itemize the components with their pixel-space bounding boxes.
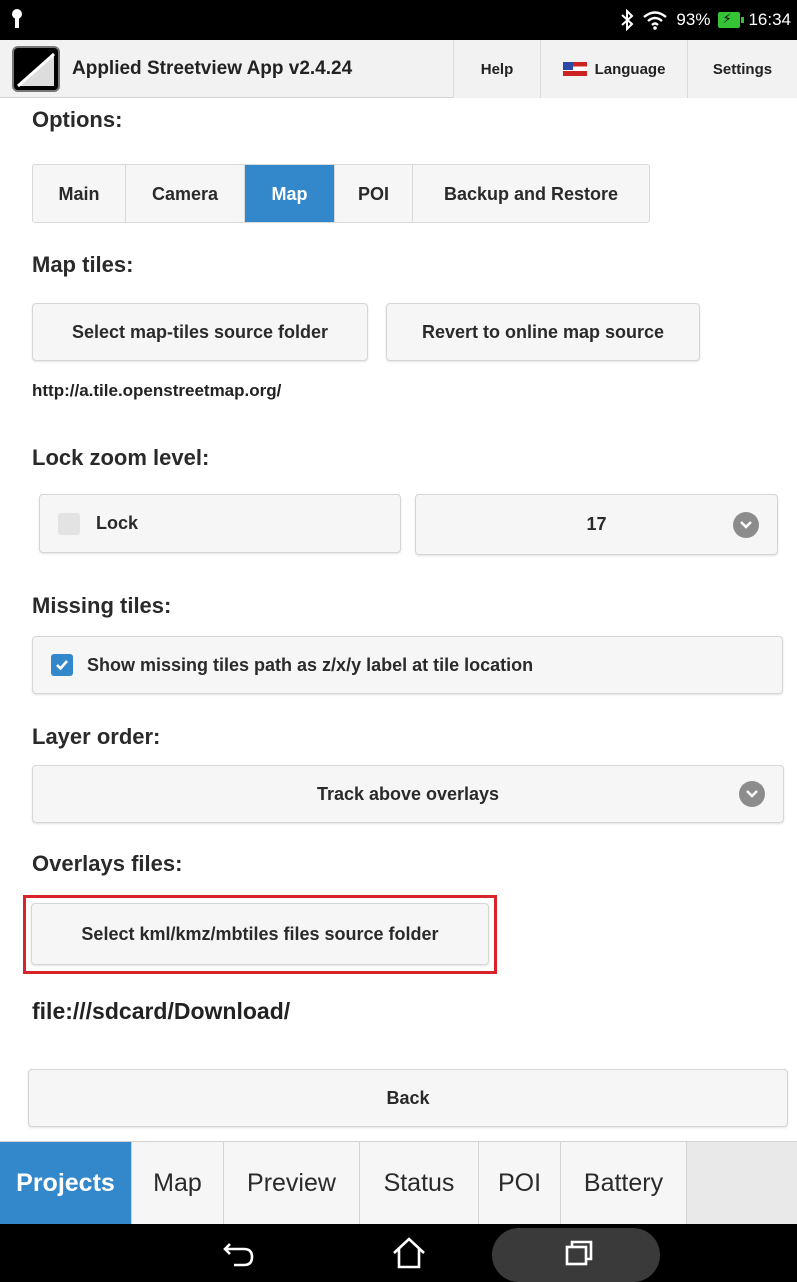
back-button[interactable]: Back [28,1069,788,1127]
revert-online-map-button[interactable]: Revert to online map source [386,303,700,361]
lock-zoom-checkbox[interactable]: Lock [39,494,401,553]
options-heading: Options: [32,107,123,132]
zoom-level-select[interactable]: 17 [415,494,778,555]
nav-preview[interactable]: Preview [224,1142,360,1225]
options-tabs: Main Camera Map POI Backup and Restore [32,164,650,223]
lock-zoom-heading: Lock zoom level: [32,445,210,470]
overlays-path: file:///sdcard/Download/ [32,998,291,1024]
wifi-icon [643,11,668,30]
map-tiles-source-url: http://a.tile.openstreetmap.org/ [32,381,282,400]
app-header: Applied Streetview App v2.4.24 Help Lang… [0,40,797,98]
nav-label: Map [153,1169,202,1197]
nav-label: Preview [247,1169,336,1197]
tab-label: POI [357,184,389,204]
back-arrow-icon[interactable] [222,1238,256,1268]
checkbox-unchecked-icon [58,512,80,535]
tab-label: Main [58,184,100,204]
overlays-heading: Overlays files: [32,851,183,876]
tab-camera[interactable]: Camera [126,165,245,222]
map-tiles-heading: Map tiles: [32,252,134,277]
help-button[interactable]: Help [453,40,540,98]
tab-map[interactable]: Map [245,165,335,222]
tab-label: Map [271,184,308,204]
android-icon [12,9,22,28]
highlight-box [23,895,497,974]
tab-poi[interactable]: POI [335,165,413,222]
nav-label: Battery [583,1169,664,1197]
clock: 16:34 [748,10,791,29]
chevron-down-icon [739,781,765,807]
battery-charging-icon [718,11,745,28]
bottom-navigation: Projects Map Preview Status POI Battery [0,1141,797,1225]
tab-label: Camera [151,184,219,204]
button-label: Select map-tiles source folder [71,321,329,342]
checkbox-label: Show missing tiles path as z/x/y label a… [87,654,534,675]
system-navigation-bar [0,1224,797,1282]
nav-battery[interactable]: Battery [561,1142,687,1225]
app-logo-icon [12,46,60,92]
language-label: Language [594,60,666,78]
settings-label: Settings [712,60,773,78]
layer-order-value: Track above overlays [316,783,500,804]
lock-label: Lock [96,513,139,533]
tab-backup-and-restore[interactable]: Backup and Restore [413,165,649,222]
nav-label: Projects [16,1169,115,1197]
missing-tiles-heading: Missing tiles: [32,593,172,618]
chevron-down-icon [733,511,759,538]
app-title: Applied Streetview App v2.4.24 [72,58,353,79]
home-icon[interactable] [390,1236,428,1270]
language-button[interactable]: Language [540,40,687,98]
checkbox-checked-icon [51,654,73,676]
nav-label: Status [383,1169,455,1197]
recent-apps-icon[interactable] [562,1238,596,1268]
zoom-value: 17 [586,514,607,534]
nav-poi[interactable]: POI [479,1142,561,1225]
nav-empty-space [687,1142,797,1224]
show-missing-tiles-checkbox[interactable]: Show missing tiles path as z/x/y label a… [32,636,783,694]
nav-map[interactable]: Map [132,1142,224,1225]
status-icons: 93% 16:34 [620,8,791,32]
layer-order-heading: Layer order: [32,724,161,749]
help-label: Help [480,60,514,78]
battery-percent: 93% [676,10,711,29]
nav-label: POI [497,1169,542,1197]
status-bar: 93% 16:34 [0,0,797,40]
button-label: Revert to online map source [421,321,665,342]
select-map-tiles-folder-button[interactable]: Select map-tiles source folder [32,303,368,361]
nav-status[interactable]: Status [360,1142,479,1225]
nav-projects[interactable]: Projects [0,1142,132,1225]
button-label: Back [386,1087,430,1108]
flag-icon [562,62,587,76]
bluetooth-icon [621,9,634,31]
layer-order-select[interactable]: Track above overlays [32,765,784,823]
settings-button[interactable]: Settings [687,40,797,98]
tab-main[interactable]: Main [33,165,126,222]
tab-label: Backup and Restore [443,184,619,204]
